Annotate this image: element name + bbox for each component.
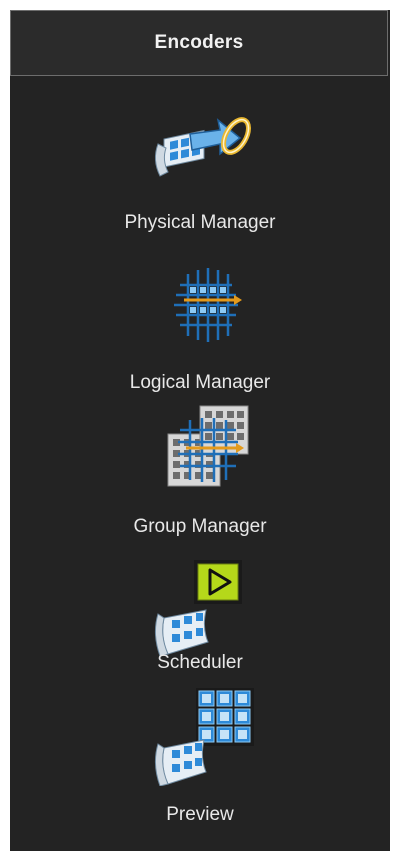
nav-item-label: Scheduler: [157, 652, 243, 673]
preview-icon: [154, 688, 254, 786]
nav-item-physical-manager[interactable]: Physical Manager: [10, 110, 390, 250]
nav-item-label: Logical Manager: [129, 372, 271, 393]
nav-item-label: Group Manager: [133, 516, 267, 537]
nav-item-logical-manager[interactable]: Logical Manager: [10, 260, 390, 400]
logical-manager-icon: [174, 268, 242, 342]
scheduler-icon: [154, 560, 242, 657]
nav-item-label: Physical Manager: [124, 212, 276, 233]
nav-item-label: Preview: [166, 804, 234, 825]
nav-item-scheduler[interactable]: Scheduler: [10, 558, 390, 688]
panel-title: Encoders: [10, 10, 388, 76]
group-manager-icon: [167, 405, 249, 487]
physical-manager-icon: [154, 117, 251, 177]
nav-item-preview[interactable]: Preview: [10, 686, 390, 836]
nav-item-group-manager[interactable]: Group Manager: [10, 400, 390, 550]
encoders-panel: Encoders Physical Manager Logical Manage…: [10, 10, 390, 851]
